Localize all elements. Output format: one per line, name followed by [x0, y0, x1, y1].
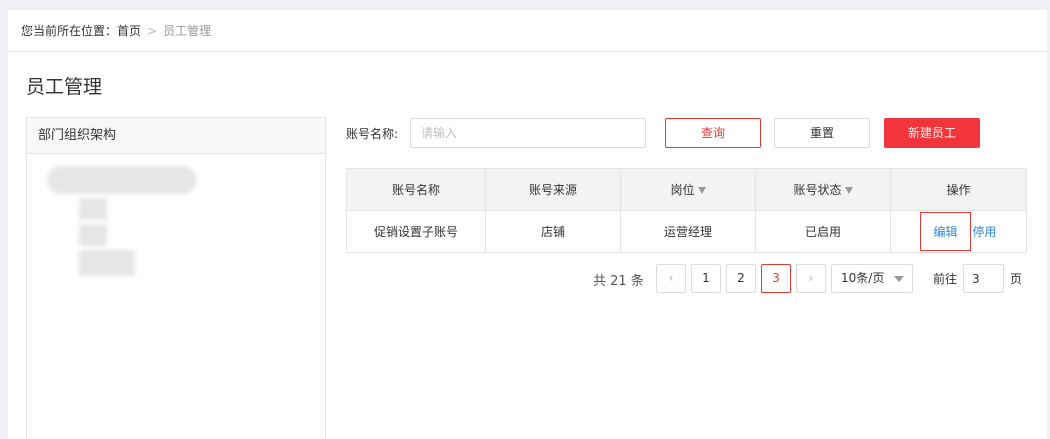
breadcrumb-home-link[interactable]: 首页 — [117, 24, 141, 38]
table-row: 促销设置子账号 店铺 运营经理 已启用 编辑 停用 — [346, 210, 1027, 253]
chevron-left-icon[interactable]: ‹ — [656, 264, 686, 293]
page-1-button[interactable]: 1 — [691, 264, 721, 293]
account-name-search-input[interactable] — [410, 118, 646, 148]
goto-page-input[interactable] — [963, 264, 1004, 293]
table-header-row: 账号名称 账号来源 岗位 账号状态 操作 — [346, 168, 1027, 211]
goto-label: 前往 — [933, 272, 958, 286]
tree-header: 部门组织架构 — [27, 118, 325, 154]
chevron-down-icon — [894, 276, 904, 282]
cell-account-source: 店铺 — [485, 210, 621, 253]
filter-icon[interactable] — [844, 187, 853, 194]
employee-table: 账号名称 账号来源 岗位 账号状态 操作 促销设置子账号 店铺 运营经理 已启用… — [346, 168, 1027, 253]
chevron-right-icon[interactable]: › — [796, 264, 826, 293]
page-size-select[interactable]: 10条/页 — [831, 264, 913, 293]
column-header-account-status[interactable]: 账号状态 — [755, 168, 891, 211]
cell-account-name: 促销设置子账号 — [346, 210, 486, 253]
pagination: 共 21 条 ‹ 1 2 3 › 10条/页 前往 页 — [8, 263, 1047, 293]
disable-link[interactable]: 停用 — [973, 225, 997, 239]
column-header-actions: 操作 — [890, 168, 1027, 211]
breadcrumb-current: 员工管理 — [163, 24, 212, 38]
column-header-position[interactable]: 岗位 — [620, 168, 756, 211]
column-header-account-name: 账号名称 — [346, 168, 486, 211]
filter-icon[interactable] — [697, 187, 706, 194]
cell-position: 运营经理 — [620, 210, 756, 253]
breadcrumb: 您当前所在位置：首页 > 员工管理 — [8, 10, 1047, 52]
pagination-total: 共 21 条 — [593, 274, 644, 289]
page-3-button[interactable]: 3 — [761, 264, 791, 293]
breadcrumb-separator: > — [147, 24, 158, 38]
page-suffix: 页 — [1010, 272, 1023, 286]
cell-account-status: 已启用 — [755, 210, 891, 253]
edit-link[interactable]: 编辑 — [920, 212, 971, 251]
reset-button[interactable]: 重置 — [774, 118, 870, 148]
search-label: 账号名称: — [346, 127, 399, 141]
new-employee-button[interactable]: 新建员工 — [884, 118, 980, 148]
tree-node-blurred[interactable] — [79, 198, 107, 220]
page-size-value: 10条/页 — [841, 271, 885, 285]
page-2-button[interactable]: 2 — [726, 264, 756, 293]
query-button[interactable]: 查询 — [665, 118, 761, 148]
tree-node-blurred[interactable] — [79, 224, 107, 246]
cell-actions: 编辑 停用 — [890, 210, 1027, 253]
tree-node-blurred[interactable] — [47, 166, 197, 194]
main-panel: 您当前所在位置：首页>员工管理 员工管理 部门组织架构 账号名称: 查询 重置 … — [8, 10, 1047, 439]
column-header-account-source: 账号来源 — [485, 168, 621, 211]
breadcrumb-prefix: 您当前所在位置： — [21, 24, 118, 38]
page-title: 员工管理 — [26, 76, 103, 98]
